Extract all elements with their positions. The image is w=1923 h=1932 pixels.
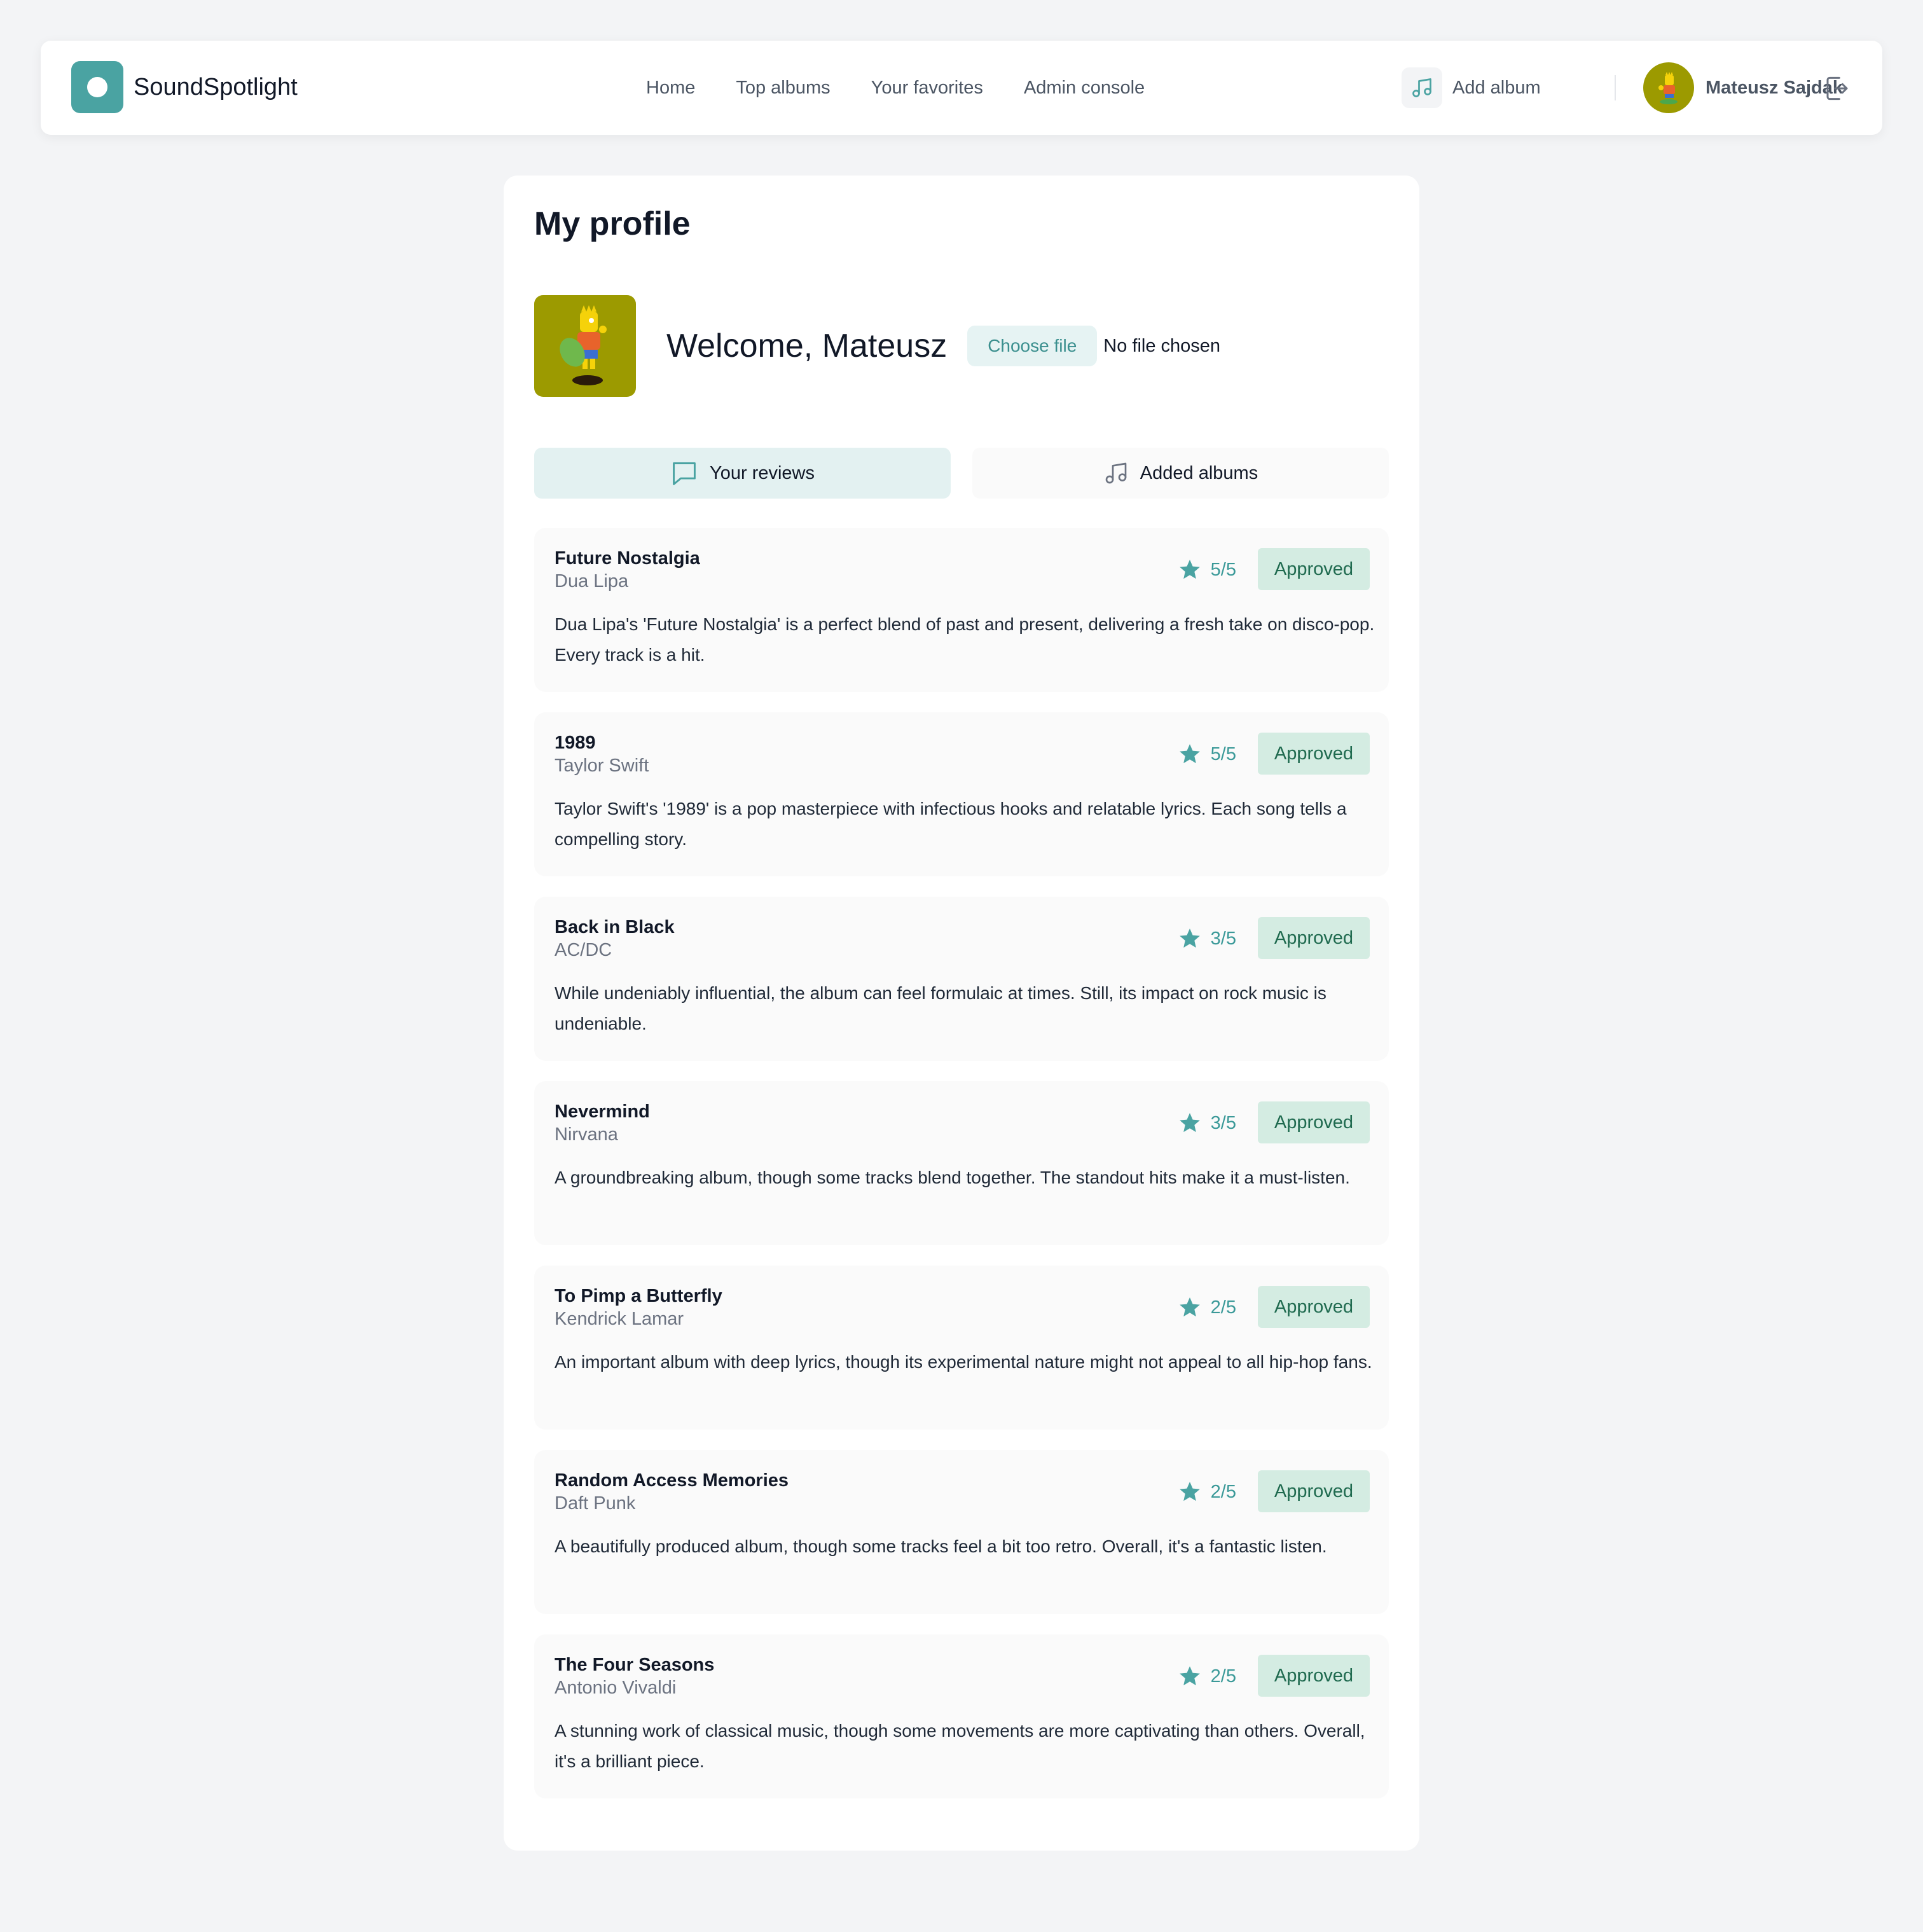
status-badge: Approved [1258, 1470, 1370, 1512]
rating-value: 2/5 [1210, 1666, 1236, 1687]
app-name: SoundSpotlight [134, 73, 298, 100]
tab-your-reviews[interactable]: Your reviews [534, 448, 951, 499]
nav-link-your-favorites[interactable]: Your favorites [871, 78, 983, 99]
review-album-title[interactable]: Back in Black [555, 917, 675, 938]
status-badge: Approved [1258, 548, 1370, 590]
music-note-icon [1103, 460, 1129, 486]
review-text: Dua Lipa's 'Future Nostalgia' is a perfe… [555, 614, 1375, 665]
page-title: My profile [534, 205, 691, 242]
rating-value: 5/5 [1210, 743, 1236, 764]
status-badge: Approved [1258, 1286, 1370, 1328]
file-status-text: No file chosen [1103, 335, 1221, 356]
tab-added-albums[interactable]: Added albums [972, 448, 1389, 499]
brand[interactable]: SoundSpotlight [71, 61, 298, 113]
review-artist: Dua Lipa [555, 571, 629, 591]
review-card: Back in Black AC/DC 3/5 Approved While u… [534, 897, 1389, 1061]
status-badge: Approved [1258, 917, 1370, 959]
status-badge: Approved [1258, 733, 1370, 775]
choose-file-button[interactable]: Choose file [967, 326, 1098, 366]
user-menu[interactable]: Mateusz Sajdak [1643, 62, 1843, 113]
review-rating: 2/5 [1178, 1287, 1236, 1328]
nav-divider [1615, 75, 1616, 100]
review-text: An important album with deep lyrics, tho… [555, 1352, 1372, 1372]
review-card: Future Nostalgia Dua Lipa 5/5 Approved D… [534, 528, 1389, 692]
main-nav: Home Top albums Your favorites Admin con… [646, 41, 1145, 135]
review-card: The Four Seasons Antonio Vivaldi 2/5 App… [534, 1634, 1389, 1798]
reviews-list: Future Nostalgia Dua Lipa 5/5 Approved D… [534, 528, 1389, 1819]
review-text: While undeniably influential, the album … [555, 983, 1327, 1033]
review-album-title[interactable]: The Four Seasons [555, 1655, 714, 1676]
review-album-title[interactable]: To Pimp a Butterfly [555, 1286, 722, 1307]
rating-value: 5/5 [1210, 559, 1236, 580]
review-card: Nevermind Nirvana 3/5 Approved A groundb… [534, 1081, 1389, 1245]
rating-value: 3/5 [1210, 1112, 1236, 1133]
review-text: A groundbreaking album, though some trac… [555, 1168, 1350, 1187]
review-card: 1989 Taylor Swift 5/5 Approved Taylor Sw… [534, 712, 1389, 876]
profile-avatar [534, 295, 636, 397]
profile-tabs: Your reviews Added albums [534, 448, 1389, 499]
star-icon [1179, 1482, 1200, 1501]
review-album-title[interactable]: Random Access Memories [555, 1470, 789, 1491]
welcome-heading: Welcome, Mateusz [666, 328, 948, 364]
user-avatar [1643, 62, 1694, 113]
star-icon [1179, 744, 1200, 764]
chat-bubble-icon [670, 460, 698, 486]
review-rating: 5/5 [1178, 734, 1236, 775]
tab-your-reviews-label: Your reviews [710, 462, 815, 483]
profile-card: My profile Welcome, Mateusz Choose file … [504, 176, 1419, 1851]
profile-header: Welcome, Mateusz Choose file No file cho… [534, 295, 1220, 397]
top-navbar: SoundSpotlight Home Top albums Your favo… [41, 41, 1882, 135]
review-text: Taylor Swift's '1989' is a pop masterpie… [555, 799, 1347, 849]
review-text: A stunning work of classical music, thou… [555, 1721, 1365, 1771]
review-card: To Pimp a Butterfly Kendrick Lamar 2/5 A… [534, 1266, 1389, 1430]
review-album-title[interactable]: 1989 [555, 733, 596, 754]
logout-icon [1826, 76, 1848, 100]
rating-value: 2/5 [1210, 1481, 1236, 1502]
review-artist: Taylor Swift [555, 756, 649, 776]
review-artist: Antonio Vivaldi [555, 1678, 677, 1698]
review-rating: 3/5 [1178, 918, 1236, 959]
nav-link-home[interactable]: Home [646, 78, 695, 99]
review-rating: 5/5 [1178, 549, 1236, 590]
add-album-label: Add album [1452, 77, 1541, 98]
logout-button[interactable] [1821, 72, 1853, 104]
rating-value: 2/5 [1210, 1297, 1236, 1318]
star-icon [1179, 1297, 1200, 1317]
tab-added-albums-label: Added albums [1140, 462, 1258, 483]
nav-link-admin-console[interactable]: Admin console [1024, 78, 1145, 99]
review-artist: Nirvana [555, 1124, 618, 1145]
nav-link-top-albums[interactable]: Top albums [736, 78, 830, 99]
review-artist: Daft Punk [555, 1493, 636, 1514]
rating-value: 3/5 [1210, 928, 1236, 949]
star-icon [1179, 1113, 1200, 1133]
review-text: A beautifully produced album, though som… [555, 1536, 1327, 1556]
status-badge: Approved [1258, 1101, 1370, 1143]
star-icon [1179, 928, 1200, 948]
review-rating: 2/5 [1178, 1656, 1236, 1697]
star-icon [1179, 1666, 1200, 1686]
star-icon [1179, 560, 1200, 579]
add-album-button[interactable]: Add album [1402, 67, 1541, 108]
review-rating: 2/5 [1178, 1472, 1236, 1512]
status-badge: Approved [1258, 1655, 1370, 1697]
review-album-title[interactable]: Nevermind [555, 1101, 650, 1122]
review-artist: Kendrick Lamar [555, 1309, 684, 1329]
review-card: Random Access Memories Daft Punk 2/5 App… [534, 1450, 1389, 1614]
music-note-icon [1402, 67, 1442, 108]
review-album-title[interactable]: Future Nostalgia [555, 548, 700, 569]
app-logo-icon [71, 61, 123, 113]
review-rating: 3/5 [1178, 1103, 1236, 1143]
review-artist: AC/DC [555, 940, 612, 960]
